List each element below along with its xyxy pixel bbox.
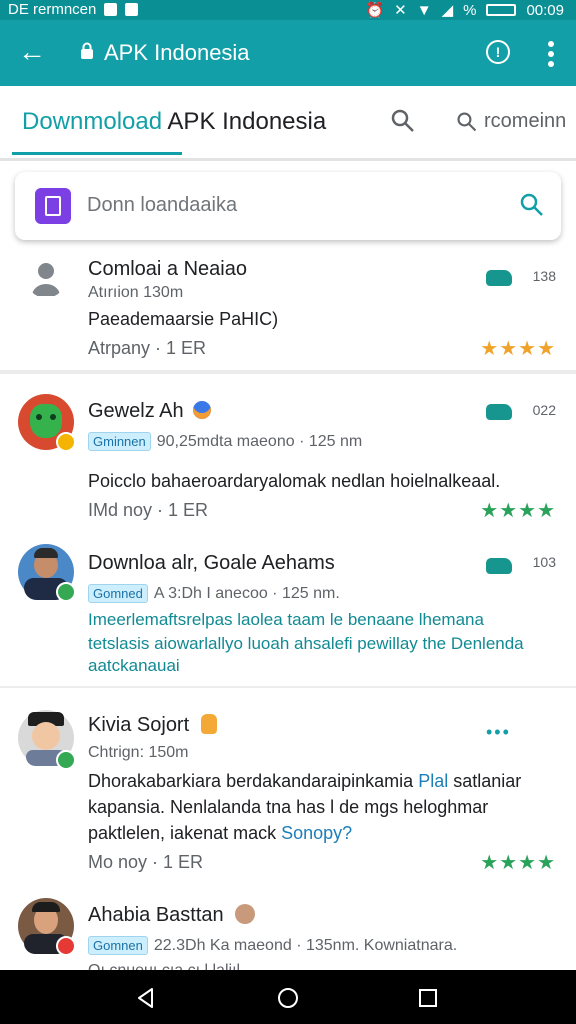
item-meta: Gomned A 3:Dh I anecoo · 125 nm.	[88, 584, 340, 603]
item-count: 022	[532, 402, 556, 418]
item-name-text: Ahabia Basttan	[88, 904, 224, 926]
hand-emoji-icon	[200, 714, 217, 734]
item-meta: Gomnen 22.3Dh Ka maeond · 135nm. Kowniatn…	[88, 936, 457, 955]
avatar	[18, 898, 76, 956]
page-title: APK Indonesia	[104, 40, 250, 65]
divider	[0, 686, 576, 688]
category-icon	[486, 270, 512, 286]
app-bar: ← APK Indonesia !	[0, 20, 576, 86]
category-icon	[486, 558, 512, 574]
item-meta: Atırıion 130m	[88, 284, 184, 301]
item-description-line: paktlelen, iakenat mack Sonopy?	[88, 820, 548, 847]
list-item[interactable]: Downloa alr, Goale Aehams Gomned A 3:Dh I…	[0, 530, 576, 686]
item-description-line: Imeerlemaftsrelpas laolea taam le benaan…	[88, 610, 484, 629]
signal-icon: ◢	[441, 2, 454, 19]
back-nav-icon[interactable]	[134, 986, 158, 1010]
item-name-text: Kivia Sojort	[88, 714, 190, 736]
lock-icon	[81, 42, 93, 59]
list-item[interactable]: Ahabia Basttan Gomnen 22.3Dh Ka maeond · …	[0, 880, 576, 970]
mute-icon: ✕	[394, 2, 407, 19]
item-name: Kivia Sojort	[88, 714, 217, 737]
item-name: Gewelz Ah	[88, 400, 212, 423]
status-bar: DE rermncen ⏰ ✕ ▼ ◢ % 00:09	[0, 0, 576, 20]
search-icon[interactable]	[390, 108, 416, 134]
clock: 00:09	[526, 1, 564, 19]
app-icon	[35, 188, 71, 224]
desc-text: satlaniar	[453, 771, 522, 791]
desc-highlight[interactable]: Plal	[418, 771, 448, 791]
active-tab-indicator	[12, 152, 182, 155]
list-item[interactable]: Gewelz Ah Gminnen 90,25mdta maeono · 125 …	[0, 378, 576, 530]
play-badge-icon	[56, 582, 76, 602]
item-meta: Chtrign: 150m	[88, 744, 189, 761]
item-name: Comloai a Neaiao	[88, 258, 247, 280]
more-dots-icon[interactable]: •••	[486, 722, 511, 743]
item-name: Ahabia Basttan	[88, 904, 256, 927]
tab-bar: Downmoload APK Indonesia rcomeinn	[0, 86, 576, 161]
download-icon	[125, 3, 139, 16]
item-name-text: Gewelz Ah	[88, 400, 184, 422]
item-description: Poicclo bahaeroardaryalomak nedlan hoiel…	[88, 471, 501, 491]
item-meta-text: 22.3Dh Ka maeond · 135nm. Kowniatnara.	[153, 937, 458, 954]
item-description-line: Dhorakabarkiara berdakandaraipinkamia Pl…	[88, 768, 548, 795]
system-nav-bar	[0, 970, 576, 1024]
item-name: Downloa alr, Goale Aehams	[88, 552, 335, 574]
item-meta: Gminnen 90,25mdta maeono · 125 nm	[88, 432, 362, 451]
alarm-icon: ⏰	[365, 2, 385, 19]
avatar	[18, 394, 76, 452]
search-box[interactable]: Donn loandaaika	[15, 172, 561, 240]
divider	[0, 370, 576, 374]
search-icon[interactable]	[519, 192, 545, 218]
item-chip: Gminnen	[88, 432, 151, 451]
list-item[interactable]: Kivia Sojort Chtrign: 150m Dhorakabarkia…	[0, 690, 576, 880]
search-input[interactable]: Donn loandaaika	[87, 194, 237, 217]
category-icon	[486, 404, 512, 420]
tab-download-label-rest: APK Indonesia	[167, 108, 327, 135]
play-badge-icon	[56, 750, 76, 770]
list-item[interactable]: Comloai a Neaiao Atırıion 130m Paeademaa…	[0, 248, 576, 370]
avatar	[18, 544, 76, 602]
item-meta-text: A 3:Dh I anecoo · 125 nm.	[153, 585, 340, 602]
desc-text: Dhorakabarkiara berdakandaraipinkamia	[88, 771, 414, 791]
item-footer: Atrpany · 1 ER	[88, 338, 207, 358]
tab-download[interactable]: Downmoload APK Indonesia	[22, 108, 326, 136]
item-chip: Gomnen	[88, 936, 148, 955]
desc-link[interactable]: Sonopy?	[281, 823, 352, 843]
item-description: Paeademaarsie PaHIC)	[88, 309, 279, 329]
home-nav-icon[interactable]	[276, 986, 300, 1010]
item-partial-text: Oı cnueuı cıa cı l.laliıl	[88, 962, 240, 970]
tab-download-label: Downmoload	[22, 108, 163, 135]
recents-nav-icon[interactable]	[416, 986, 440, 1010]
desc-text: paktlelen, iakenat mack	[88, 823, 277, 843]
emoji-icon	[235, 904, 256, 924]
info-icon[interactable]: !	[486, 40, 510, 64]
status-left-text: DE rermncen	[8, 1, 97, 18]
tab-search-label: rcomeinn	[484, 110, 567, 132]
item-meta-text: 90,25mdta maeono · 125 nm	[156, 433, 363, 450]
avatar	[18, 710, 76, 770]
rating-stars: ★★★★	[480, 852, 556, 874]
item-description-line: aatckanauai	[88, 656, 180, 675]
user-placeholder-icon	[32, 263, 60, 296]
item-chip: Gomned	[88, 584, 148, 603]
battery-icon	[486, 4, 517, 16]
back-arrow-icon[interactable]: ←	[18, 36, 46, 68]
item-description-line: kapansia. Nenlalanda tna has l de mgs he…	[88, 797, 489, 817]
search-icon	[457, 111, 477, 131]
rating-stars: ★★★★	[480, 338, 556, 360]
notification-icon	[104, 3, 118, 16]
item-footer: Mo noy · 1 ER	[88, 852, 204, 872]
wifi-icon: ▼	[416, 1, 432, 19]
more-vert-icon[interactable]	[546, 40, 556, 68]
item-count: 138	[532, 268, 556, 284]
item-count: 103	[532, 554, 556, 570]
badge-icon	[193, 401, 212, 419]
rating-stars: ★★★★	[480, 500, 556, 522]
battery-percent: %	[463, 1, 477, 19]
heart-badge-icon	[56, 936, 76, 956]
tab-search[interactable]: rcomeinn	[456, 110, 566, 133]
item-footer: IMd noy · 1 ER	[88, 500, 209, 520]
verified-badge-icon	[56, 432, 76, 452]
